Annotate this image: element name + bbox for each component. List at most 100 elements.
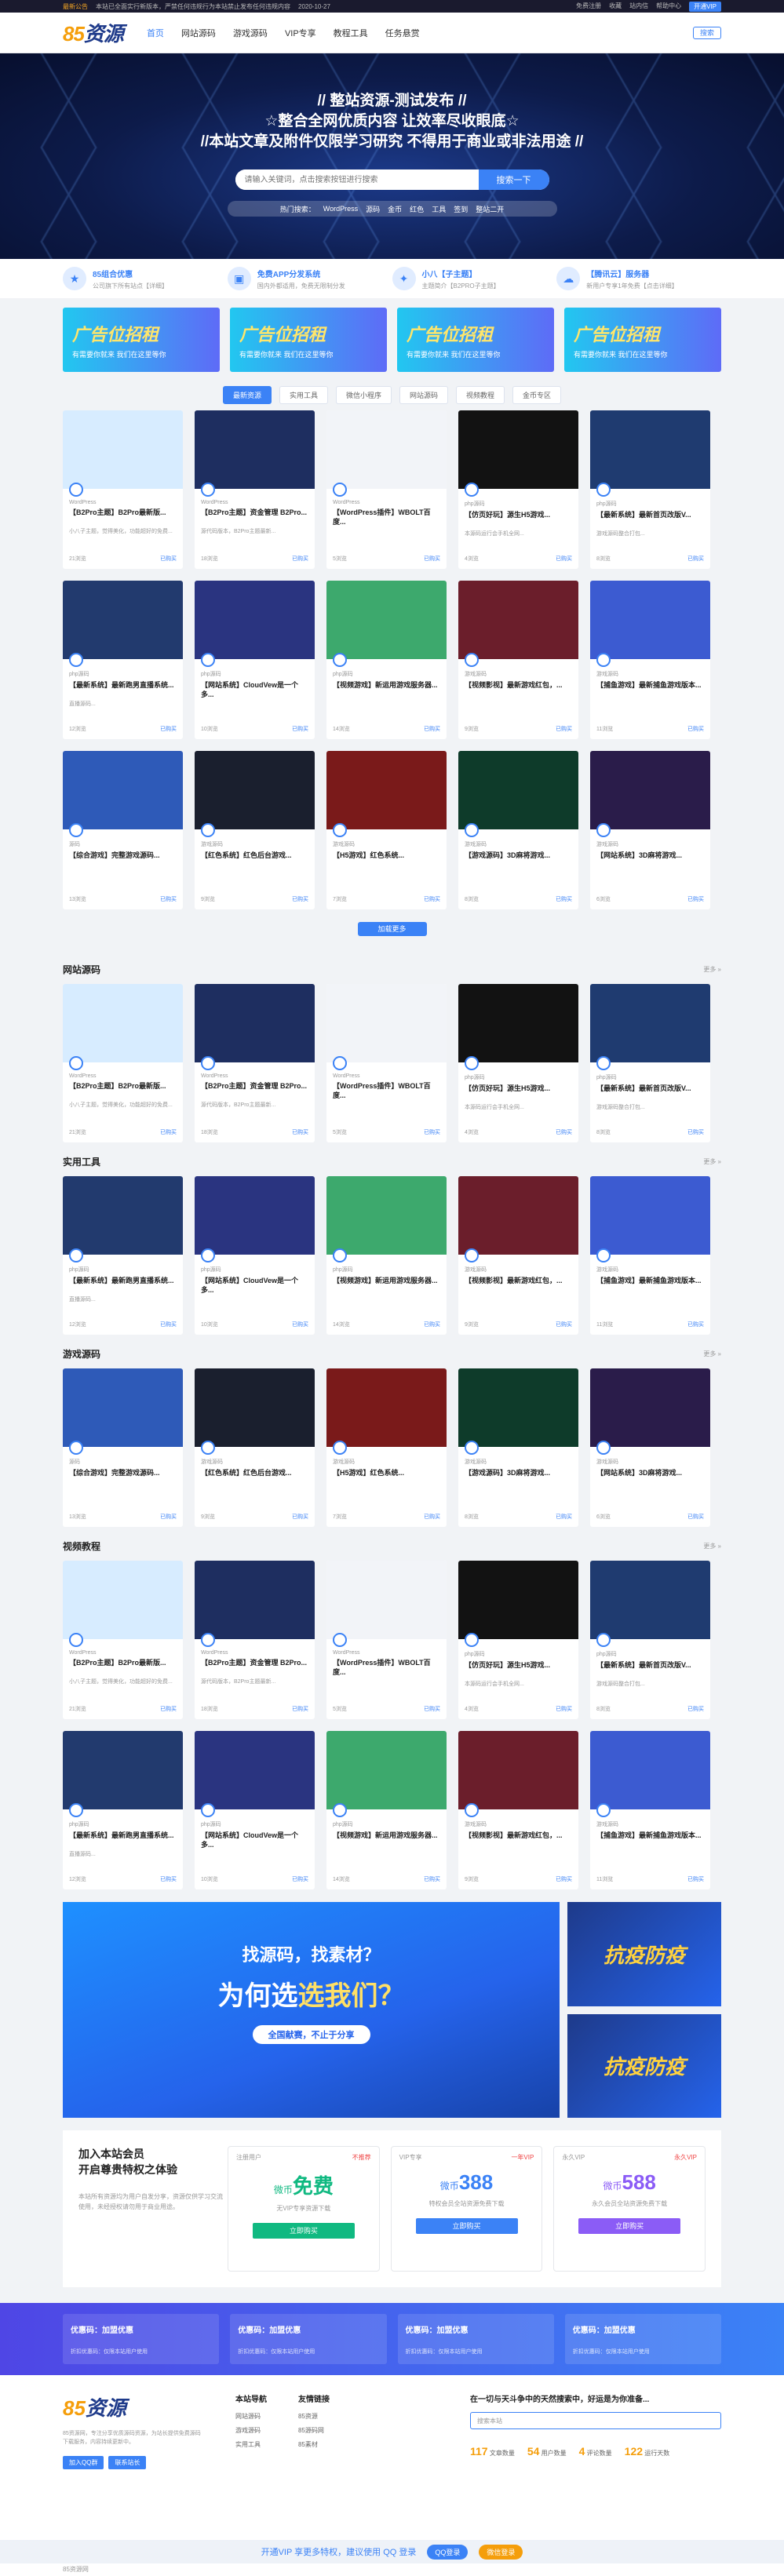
post-card[interactable]: php源码 【视频游戏】新运用游戏服务器... 14浏览 已购买 <box>326 1731 447 1889</box>
author-avatar[interactable] <box>333 1248 347 1262</box>
site-logo[interactable]: 85资源 <box>63 18 124 47</box>
post-thumbnail[interactable] <box>326 410 447 489</box>
author-avatar[interactable] <box>465 1803 479 1817</box>
author-avatar[interactable] <box>201 823 215 837</box>
contact-button[interactable]: 联系站长 <box>108 2456 147 2469</box>
post-card[interactable]: 游戏源码 【视频影视】最新游戏红包，... 9浏览 已购买 <box>458 1176 578 1335</box>
hot-tag[interactable]: WordPress <box>323 205 358 213</box>
post-price[interactable]: 已购买 <box>556 725 572 733</box>
post-thumbnail[interactable] <box>458 1368 578 1447</box>
author-avatar[interactable] <box>69 1803 83 1817</box>
qq-login-button[interactable]: QQ登录 <box>427 2544 469 2560</box>
ad-banner[interactable]: 广告位招租 有需要你就来 我们在这里等你 <box>63 308 220 372</box>
nav-game-source[interactable]: 游戏源码 <box>233 27 268 39</box>
post-thumbnail[interactable] <box>326 1561 447 1639</box>
post-thumbnail[interactable] <box>458 984 578 1062</box>
plan-buy-button[interactable]: 立即购买 <box>415 2218 518 2234</box>
post-title[interactable]: 【仿页好玩】源生H5游戏... <box>458 1658 578 1679</box>
author-avatar[interactable] <box>201 1803 215 1817</box>
author-avatar[interactable] <box>201 483 215 497</box>
post-title[interactable]: 【捕鱼游戏】最新捕鱼游戏版本... <box>590 1273 710 1295</box>
post-card[interactable]: php源码 【最新系统】最新跑男直播系统... 直播源码... 12浏览 已购买 <box>63 581 183 739</box>
promo-side-banner[interactable]: 抗疫防疫 <box>567 2013 721 2118</box>
post-price[interactable]: 已购买 <box>424 725 440 733</box>
post-price[interactable]: 已购买 <box>160 1705 177 1713</box>
post-card[interactable]: 游戏源码 【视频影视】最新游戏红包，... 9浏览 已购买 <box>458 1731 578 1889</box>
post-thumbnail[interactable] <box>326 1176 447 1255</box>
post-card[interactable]: php源码 【视频游戏】新运用游戏服务器... 14浏览 已购买 <box>326 581 447 739</box>
post-price[interactable]: 已购买 <box>292 725 308 733</box>
post-thumbnail[interactable] <box>590 1731 710 1809</box>
hot-tag[interactable]: 红色 <box>410 204 424 214</box>
post-card[interactable]: 游戏源码 【红色系统】红色后台游戏... 9浏览 已购买 <box>195 751 315 909</box>
post-title[interactable]: 【H5游戏】红色系统... <box>326 1466 447 1487</box>
post-price[interactable]: 已购买 <box>160 1875 177 1883</box>
post-price[interactable]: 已购买 <box>556 1875 572 1883</box>
post-thumbnail[interactable] <box>195 581 315 659</box>
post-card[interactable]: 游戏源码 【游戏源码】3D麻将游戏... 8浏览 已购买 <box>458 751 578 909</box>
post-price[interactable]: 已购买 <box>687 1128 704 1136</box>
promo-main[interactable]: 找源码，找素材？ 为何选选我们？ 全国献赛，不止于分享 <box>63 1902 560 2118</box>
post-title[interactable]: 【红色系统】红色后台游戏... <box>195 848 315 869</box>
post-card[interactable]: 游戏源码 【捕鱼游戏】最新捕鱼游戏版本... 11浏览 已购买 <box>590 581 710 739</box>
join-qq-button[interactable]: 加入QQ群 <box>63 2456 104 2469</box>
post-card[interactable]: 游戏源码 【网站系统】3D麻将游戏... 6浏览 已购买 <box>590 751 710 909</box>
post-thumbnail[interactable] <box>590 1368 710 1447</box>
coupon-card[interactable]: 优惠码：加盟优惠 折扣优惠码：仅限本站用户使用 <box>564 2314 721 2364</box>
more-link[interactable]: 更多 » <box>703 1350 721 1358</box>
post-price[interactable]: 已购买 <box>424 555 440 563</box>
promo-side-banner[interactable]: 抗疫防疫 <box>567 1902 721 2006</box>
author-avatar[interactable] <box>69 823 83 837</box>
post-price[interactable]: 已购买 <box>292 555 308 563</box>
hot-tag[interactable]: 源码 <box>366 204 380 214</box>
post-title[interactable]: 【网站系统】CloudVew是一个多... <box>195 1828 315 1849</box>
post-card[interactable]: 游戏源码 【H5游戏】红色系统... 7浏览 已购买 <box>326 1368 447 1527</box>
post-thumbnail[interactable] <box>458 1176 578 1255</box>
post-card[interactable]: WordPress 【B2Pro主题】资金管理 B2Pro... 源代码版本，B2P… <box>195 410 315 569</box>
post-title[interactable]: 【B2Pro主题】资金管理 B2Pro... <box>195 1656 315 1677</box>
author-avatar[interactable] <box>465 653 479 667</box>
post-price[interactable]: 已购买 <box>292 1513 308 1521</box>
post-title[interactable]: 【视频游戏】新运用游戏服务器... <box>326 678 447 699</box>
post-title[interactable]: 【综合游戏】完整游戏源码... <box>63 1466 183 1487</box>
post-thumbnail[interactable] <box>63 751 183 829</box>
post-title[interactable]: 【B2Pro主题】B2Pro最新版... <box>63 1079 183 1100</box>
post-price[interactable]: 已购买 <box>687 1513 704 1521</box>
footer-link[interactable]: 85素材 <box>298 2440 330 2449</box>
post-card[interactable]: 游戏源码 【网站系统】3D麻将游戏... 6浏览 已购买 <box>590 1368 710 1527</box>
author-avatar[interactable] <box>596 1441 611 1455</box>
post-title[interactable]: 【游戏源码】3D麻将游戏... <box>458 1466 578 1487</box>
author-avatar[interactable] <box>69 653 83 667</box>
post-price[interactable]: 已购买 <box>424 1705 440 1713</box>
author-avatar[interactable] <box>69 1441 83 1455</box>
post-thumbnail[interactable] <box>195 1561 315 1639</box>
more-link[interactable]: 更多 » <box>703 965 721 974</box>
author-avatar[interactable] <box>596 483 611 497</box>
coupon-card[interactable]: 优惠码：加盟优惠 折扣优惠码：仅限本站用户使用 <box>230 2314 387 2364</box>
nav-tools[interactable]: 教程工具 <box>334 27 368 39</box>
post-card[interactable]: php源码 【网站系统】CloudVew是一个多... 10浏览 已购买 <box>195 1176 315 1335</box>
post-thumbnail[interactable] <box>195 410 315 489</box>
nav-tasks[interactable]: 任务悬赏 <box>385 27 420 39</box>
post-card[interactable]: 游戏源码 【捕鱼游戏】最新捕鱼游戏版本... 11浏览 已购买 <box>590 1176 710 1335</box>
tab-video[interactable]: 视频教程 <box>456 386 505 404</box>
post-price[interactable]: 已购买 <box>292 1128 308 1136</box>
post-price[interactable]: 已购买 <box>424 1128 440 1136</box>
footer-link[interactable]: 实用工具 <box>235 2440 267 2449</box>
post-title[interactable]: 【网站系统】3D麻将游戏... <box>590 848 710 869</box>
author-avatar[interactable] <box>69 483 83 497</box>
post-price[interactable]: 已购买 <box>424 1875 440 1883</box>
post-thumbnail[interactable] <box>63 984 183 1062</box>
author-avatar[interactable] <box>69 1248 83 1262</box>
author-avatar[interactable] <box>465 823 479 837</box>
tab-latest[interactable]: 最新资源 <box>222 386 272 404</box>
post-card[interactable]: php源码 【最新系统】最新首页改版V... 游戏源码整合打包... 8浏览 已购买 <box>590 410 710 569</box>
author-avatar[interactable] <box>333 653 347 667</box>
author-avatar[interactable] <box>596 653 611 667</box>
post-thumbnail[interactable] <box>458 751 578 829</box>
post-price[interactable]: 已购买 <box>687 555 704 563</box>
post-title[interactable]: 【综合游戏】完整游戏源码... <box>63 848 183 869</box>
post-thumbnail[interactable] <box>195 984 315 1062</box>
post-title[interactable]: 【B2Pro主题】资金管理 B2Pro... <box>195 505 315 526</box>
post-price[interactable]: 已购买 <box>292 895 308 903</box>
